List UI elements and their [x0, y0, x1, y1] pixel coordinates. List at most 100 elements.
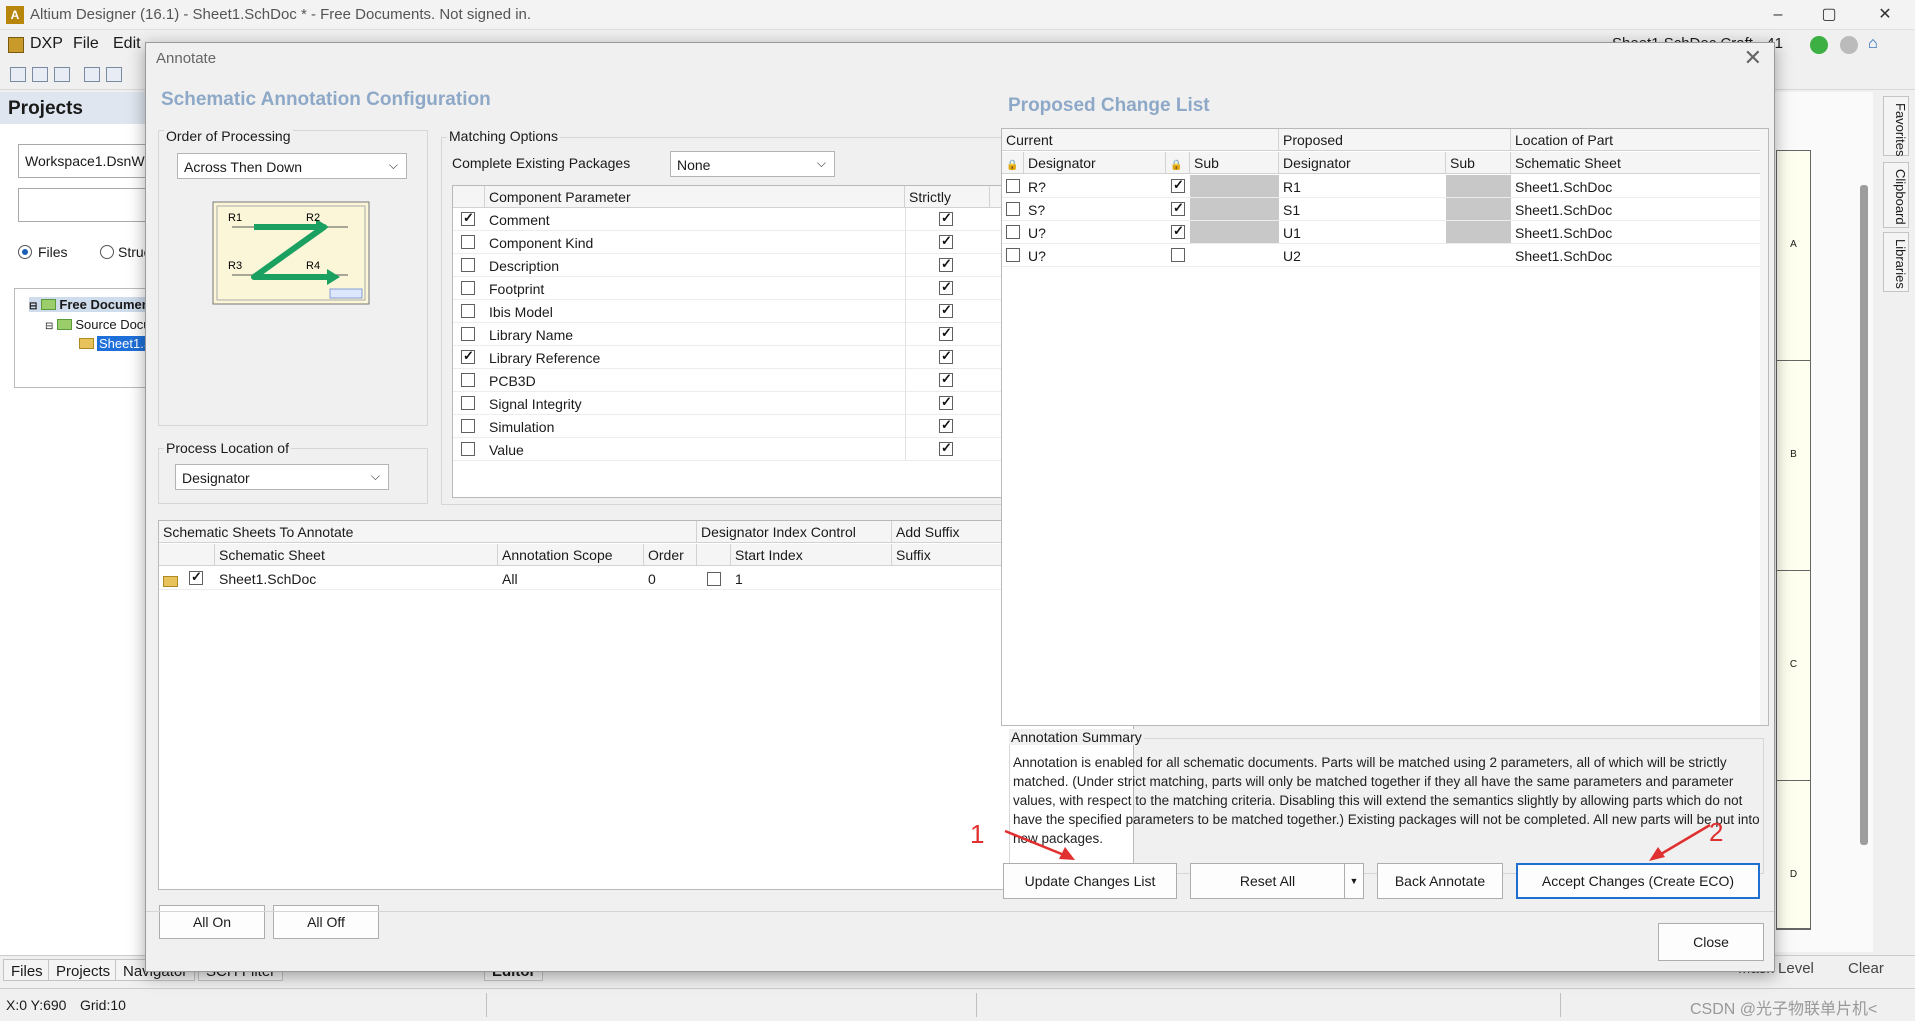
tab-libraries[interactable]: Libraries [1883, 232, 1909, 292]
header-current-designator[interactable]: Designator [1024, 152, 1166, 174]
menu-file[interactable]: File [73, 35, 99, 53]
strictly-checkbox[interactable] [939, 417, 953, 433]
workspace-selector[interactable]: Workspace1.DsnWrk [18, 144, 148, 178]
canvas-scrollbar[interactable] [1860, 185, 1868, 845]
reset-all-button[interactable]: Reset All [1190, 863, 1345, 899]
parameter-checkbox[interactable] [461, 348, 475, 364]
sub-lock-checkbox[interactable] [1171, 200, 1185, 216]
save-icon[interactable] [54, 67, 70, 82]
current-lock-checkbox[interactable] [1006, 248, 1020, 262]
header-start-index[interactable]: Start Index [731, 544, 892, 566]
parameter-checkbox[interactable] [461, 327, 475, 341]
tree-root[interactable]: ⊟ Free Documents [29, 297, 149, 312]
header-proposed-designator[interactable]: Designator [1279, 152, 1446, 174]
parameter-checkbox[interactable] [461, 304, 475, 318]
parameter-checkbox[interactable] [461, 210, 475, 226]
parameter-checkbox[interactable] [461, 442, 475, 456]
start-index-checkbox[interactable] [707, 572, 721, 586]
table-row[interactable]: U? U2 Sheet1.SchDoc [1002, 244, 1760, 267]
open-file-icon[interactable] [32, 67, 48, 82]
sub-lock-checkbox[interactable] [1171, 177, 1185, 193]
header-order[interactable]: Order [644, 544, 697, 566]
parameter-checkbox[interactable] [461, 373, 475, 387]
order-combo[interactable]: Across Then Down ⌵ [177, 153, 407, 179]
strictly-checkbox[interactable] [939, 371, 953, 387]
minimize-button[interactable]: – [1750, 0, 1806, 30]
sub-lock-checkbox[interactable] [1171, 248, 1185, 262]
strictly-checkbox[interactable] [939, 256, 953, 272]
header-annotation-scope[interactable]: Annotation Scope [498, 544, 644, 566]
header-component-parameter[interactable]: Component Parameter [485, 186, 905, 208]
reset-dropdown-button[interactable]: ▼ [1344, 863, 1364, 899]
current-lock-checkbox[interactable] [1006, 225, 1020, 239]
window-title: Altium Designer (16.1) - Sheet1.SchDoc *… [30, 6, 532, 23]
print-preview-icon[interactable] [106, 67, 122, 82]
print-icon[interactable] [84, 67, 100, 82]
collapse-icon[interactable]: ⊟ [45, 321, 53, 332]
close-button[interactable]: Close [1658, 923, 1764, 961]
parameter-checkbox[interactable] [461, 258, 475, 272]
current-lock-checkbox[interactable] [1006, 202, 1020, 216]
forward-nav-icon[interactable] [1840, 36, 1858, 54]
tree-source-docs[interactable]: ⊟ Source Documents [45, 317, 149, 332]
back-annotate-button[interactable]: Back Annotate [1377, 863, 1503, 899]
update-changes-list-button[interactable]: Update Changes List [1003, 863, 1177, 899]
header-schematic-sheet[interactable]: Schematic Sheet [215, 544, 498, 566]
menu-dxp[interactable]: DXP [30, 35, 63, 53]
table-row[interactable]: R? R1 Sheet1.SchDoc [1002, 175, 1760, 198]
close-window-button[interactable]: ✕ [1857, 0, 1913, 30]
maximize-button[interactable]: ▢ [1801, 0, 1857, 30]
files-radio[interactable] [18, 245, 32, 259]
current-lock-checkbox[interactable] [1006, 179, 1020, 193]
sheet-scope[interactable]: All [498, 567, 522, 590]
proposed-sub [1446, 175, 1511, 197]
strictly-checkbox[interactable] [939, 394, 953, 410]
parameter-checkbox[interactable] [461, 235, 475, 249]
parameter-checkbox[interactable] [461, 281, 475, 295]
home-icon[interactable]: ⌂ [1868, 35, 1878, 53]
back-nav-icon[interactable] [1810, 36, 1828, 54]
complete-packages-combo[interactable]: None ⌵ [670, 151, 835, 177]
proposed-scrollbar[interactable] [1760, 129, 1768, 725]
sheet-order[interactable]: 0 [644, 567, 660, 590]
parameter-checkbox[interactable] [461, 396, 475, 410]
current-sub [1190, 198, 1279, 220]
status-separator [486, 993, 487, 1017]
sheet-enabled-checkbox[interactable] [189, 569, 203, 585]
project-selector[interactable] [18, 188, 148, 222]
clear-button[interactable]: Clear [1848, 960, 1884, 977]
table-row[interactable]: U? U1 Sheet1.SchDoc [1002, 221, 1760, 244]
close-icon[interactable]: ✕ [1744, 45, 1762, 71]
strictly-checkbox[interactable] [939, 348, 953, 364]
strictly-checkbox[interactable] [939, 279, 953, 295]
cursor-coords: X:0 Y:690 [6, 997, 67, 1013]
strictly-checkbox[interactable] [939, 210, 953, 226]
menu-edit[interactable]: Edit [113, 35, 141, 53]
chevron-down-icon: ⌵ [816, 156, 826, 170]
sub-lock-checkbox[interactable] [1171, 223, 1185, 239]
collapse-icon[interactable]: ⊟ [29, 301, 37, 312]
strictly-checkbox[interactable] [939, 302, 953, 318]
table-row[interactable]: Sheet1.SchDoc All 0 1 [159, 567, 1133, 590]
sheet-start-index[interactable]: 1 [731, 567, 747, 590]
tab-projects[interactable]: Projects [48, 959, 119, 981]
header-proposed-sub[interactable]: Sub [1446, 152, 1511, 174]
header-schematic-sheet[interactable]: Schematic Sheet [1511, 152, 1761, 174]
table-row[interactable]: S? S1 Sheet1.SchDoc [1002, 198, 1760, 221]
header-strictly[interactable]: Strictly [905, 186, 990, 208]
header-current-sub[interactable]: Sub [1190, 152, 1279, 174]
tab-files[interactable]: Files [3, 959, 51, 981]
sheet-suffix[interactable] [892, 567, 900, 590]
tree-sheet1[interactable]: Sheet1.SchDoc [79, 336, 149, 351]
tab-clipboard[interactable]: Clipboard [1883, 162, 1909, 228]
strictly-checkbox[interactable] [939, 440, 953, 456]
structure-radio[interactable] [100, 245, 114, 259]
tab-favorites[interactable]: Favorites [1883, 96, 1909, 156]
accept-changes-button[interactable]: Accept Changes (Create ECO) [1516, 863, 1760, 899]
panel-title: Projects [0, 92, 150, 124]
parameter-checkbox[interactable] [461, 419, 475, 433]
strictly-checkbox[interactable] [939, 325, 953, 341]
process-location-combo[interactable]: Designator ⌵ [175, 464, 389, 490]
strictly-checkbox[interactable] [939, 233, 953, 249]
new-file-icon[interactable] [10, 67, 26, 82]
